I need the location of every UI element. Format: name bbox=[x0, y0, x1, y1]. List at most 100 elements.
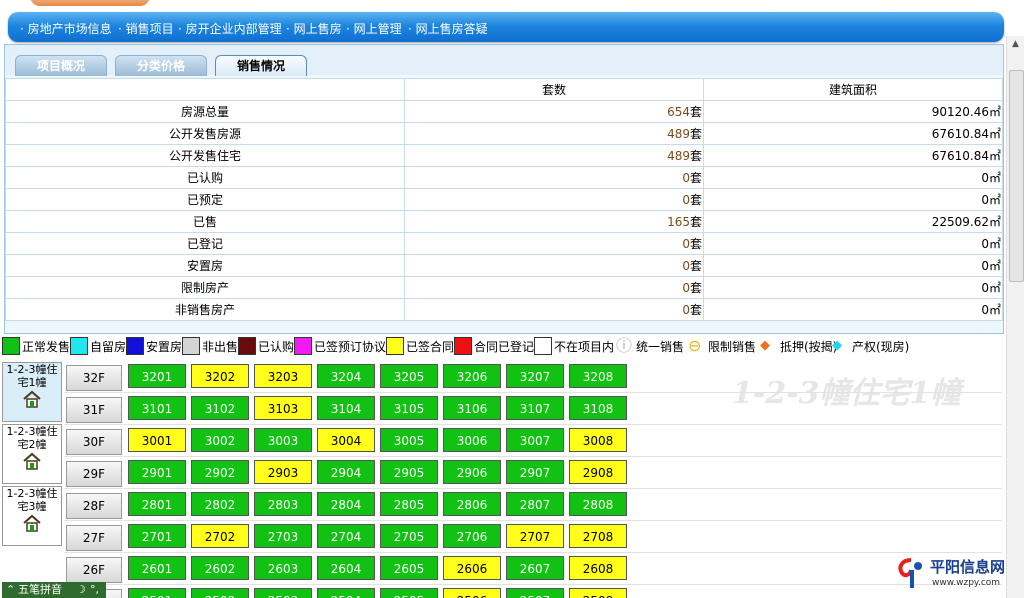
unit-button[interactable]: 2608 bbox=[569, 556, 627, 580]
unit-button[interactable]: 3205 bbox=[380, 364, 438, 388]
unit-button[interactable]: 3208 bbox=[569, 364, 627, 388]
unit-button[interactable]: 3003 bbox=[254, 428, 312, 452]
unit-button[interactable]: 2804 bbox=[317, 492, 375, 516]
unit-button[interactable]: 2706 bbox=[443, 524, 501, 548]
floor-label-button[interactable]: 28F bbox=[66, 493, 122, 519]
unit-button[interactable]: 2803 bbox=[254, 492, 312, 516]
unit-button[interactable]: 2704 bbox=[317, 524, 375, 548]
unit-button[interactable]: 3204 bbox=[317, 364, 375, 388]
ime-toolbar[interactable]: ⌃ 五笔拼音 ☽ °, bbox=[2, 582, 106, 598]
nav-item-sales-projects[interactable]: · 销售项目 bbox=[118, 20, 174, 37]
unit-button[interactable]: 3104 bbox=[317, 396, 375, 420]
unit-button[interactable]: 3203 bbox=[254, 364, 312, 388]
unit-button[interactable]: 2907 bbox=[506, 460, 564, 484]
area-value: 0 bbox=[981, 259, 989, 273]
unit-button[interactable]: 2501 bbox=[128, 588, 186, 598]
unit-button[interactable]: 2601 bbox=[128, 556, 186, 580]
unit-button[interactable]: 2807 bbox=[506, 492, 564, 516]
unit-button[interactable]: 2502 bbox=[191, 588, 249, 598]
row-area: 0㎡ bbox=[703, 232, 1003, 255]
table-row: 非销售房产 0套 0㎡ bbox=[5, 298, 1003, 321]
unit-button[interactable]: 3005 bbox=[380, 428, 438, 452]
unit-button[interactable]: 3007 bbox=[506, 428, 564, 452]
chevron-up-icon[interactable]: ⌃ bbox=[6, 582, 15, 598]
unit-button[interactable]: 2902 bbox=[191, 460, 249, 484]
punctuation-icon[interactable]: °, bbox=[90, 582, 99, 598]
unit-button[interactable]: 2905 bbox=[380, 460, 438, 484]
unit-button[interactable]: 3102 bbox=[191, 396, 249, 420]
unit-button[interactable]: 2705 bbox=[380, 524, 438, 548]
floor-label-button[interactable]: 26F bbox=[66, 557, 122, 583]
floor-row: 29F 2901 2902 2903 2904 2905 2906 2907 2908 bbox=[64, 458, 1002, 489]
unit-button[interactable]: 3006 bbox=[443, 428, 501, 452]
unit-button[interactable]: 2603 bbox=[254, 556, 312, 580]
row-name: 安置房 bbox=[5, 254, 405, 277]
tab-project-overview[interactable]: 项目概况 bbox=[15, 55, 107, 76]
unit-button[interactable]: 2901 bbox=[128, 460, 186, 484]
unit-button[interactable]: 3101 bbox=[128, 396, 186, 420]
unit-button[interactable]: 2506 bbox=[443, 588, 501, 598]
unit-button[interactable]: 2802 bbox=[191, 492, 249, 516]
unit-button[interactable]: 2602 bbox=[191, 556, 249, 580]
unit-button[interactable]: 2507 bbox=[506, 588, 564, 598]
nav-item-online-sales-faq[interactable]: · 网上售房答疑 bbox=[408, 20, 488, 37]
unit-button[interactable]: 2605 bbox=[380, 556, 438, 580]
nav-item-developer-management[interactable]: · 房开企业内部管理 bbox=[178, 20, 282, 37]
unit-button[interactable]: 3107 bbox=[506, 396, 564, 420]
unit-button[interactable]: 3008 bbox=[569, 428, 627, 452]
tab-category-price[interactable]: 分类价格 bbox=[115, 55, 207, 76]
floor-label-button[interactable]: 29F bbox=[66, 461, 122, 487]
site-logo-name: 平阳信息网 bbox=[930, 558, 1006, 576]
scroll-up-arrow-icon[interactable]: ▲ bbox=[1009, 38, 1022, 51]
unit-button[interactable]: 2805 bbox=[380, 492, 438, 516]
page-scrollbar[interactable]: ▲ bbox=[1006, 36, 1024, 598]
unit-button[interactable]: 2903 bbox=[254, 460, 312, 484]
unit-button[interactable]: 2606 bbox=[443, 556, 501, 580]
unit-button[interactable]: 2503 bbox=[254, 588, 312, 598]
tab-sales-status[interactable]: 销售情况 bbox=[215, 55, 307, 76]
unit-button[interactable]: 2607 bbox=[506, 556, 564, 580]
scroll-thumb[interactable] bbox=[1009, 70, 1024, 282]
area-value: 67610.84 bbox=[931, 149, 989, 163]
unit-button[interactable]: 3105 bbox=[380, 396, 438, 420]
unit-button[interactable]: 2801 bbox=[128, 492, 186, 516]
unit-button[interactable]: 2808 bbox=[569, 492, 627, 516]
unit-button[interactable]: 2904 bbox=[317, 460, 375, 484]
unit-button[interactable]: 3202 bbox=[191, 364, 249, 388]
unit-button[interactable]: 3001 bbox=[128, 428, 186, 452]
unit-button[interactable]: 2505 bbox=[380, 588, 438, 598]
unit-button[interactable]: 3207 bbox=[506, 364, 564, 388]
building-item[interactable]: 1-2-3幢住宅2幢 bbox=[2, 424, 62, 484]
moon-icon[interactable]: ☽ bbox=[76, 582, 86, 598]
unit-button[interactable]: 2708 bbox=[569, 524, 627, 548]
unit-button[interactable]: 3002 bbox=[191, 428, 249, 452]
floor-label-button[interactable]: 27F bbox=[66, 525, 122, 551]
row-count: 654套 bbox=[404, 100, 704, 123]
unit-button[interactable]: 3106 bbox=[443, 396, 501, 420]
unit-button[interactable]: 3201 bbox=[128, 364, 186, 388]
nav-item-market-info[interactable]: · 房地产市场信息 bbox=[20, 20, 112, 37]
nav-item-online-sales[interactable]: · 网上售房 bbox=[286, 20, 342, 37]
unit-button[interactable]: 2504 bbox=[317, 588, 375, 598]
unit-button[interactable]: 2806 bbox=[443, 492, 501, 516]
unit-button[interactable]: 2703 bbox=[254, 524, 312, 548]
unit-button[interactable]: 2604 bbox=[317, 556, 375, 580]
unit-button[interactable]: 3103 bbox=[254, 396, 312, 420]
building-item[interactable]: 1-2-3幢住宅1幢 bbox=[2, 362, 62, 422]
unit-button[interactable]: 3206 bbox=[443, 364, 501, 388]
floor-label-button[interactable]: 32F bbox=[66, 365, 122, 391]
unit-button[interactable]: 2906 bbox=[443, 460, 501, 484]
unit-button[interactable]: 2701 bbox=[128, 524, 186, 548]
nav-item-online-management[interactable]: · 网上管理 bbox=[346, 20, 402, 37]
unit-button[interactable]: 2508 bbox=[569, 588, 627, 598]
unit-button[interactable]: 2707 bbox=[506, 524, 564, 548]
column-header-area: 建筑面积 bbox=[703, 78, 1003, 101]
unit-button[interactable]: 3108 bbox=[569, 396, 627, 420]
floor-label-button[interactable]: 30F bbox=[66, 429, 122, 455]
unit-button[interactable]: 2702 bbox=[191, 524, 249, 548]
floor-label-button[interactable]: 31F bbox=[66, 397, 122, 423]
unit-button[interactable]: 2908 bbox=[569, 460, 627, 484]
building-item[interactable]: 1-2-3幢住宅3幢 bbox=[2, 486, 62, 546]
unit-button[interactable]: 3004 bbox=[317, 428, 375, 452]
area-value: 90120.46 bbox=[931, 105, 989, 119]
